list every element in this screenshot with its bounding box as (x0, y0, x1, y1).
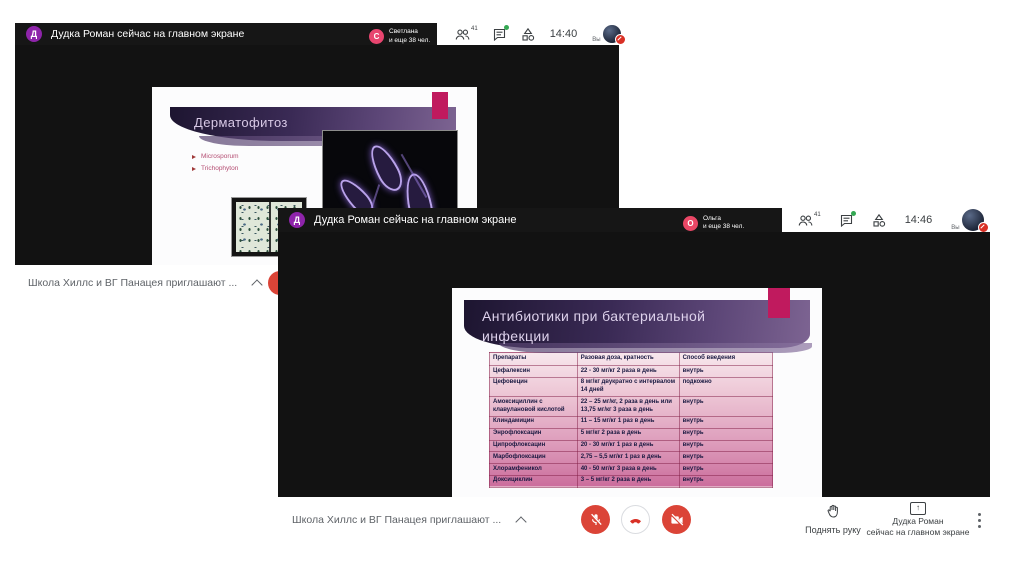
participant-name: Светлана (389, 28, 418, 36)
new-message-dot (503, 24, 509, 30)
self-view[interactable]: Вы (592, 25, 626, 45)
table-row: Марбофлоксацин 2,75 – 5,5 мг/кг 1 раз в д… (489, 451, 774, 465)
table-header-row: Препараты Разовая доза, кратность Способ… (489, 352, 774, 366)
table-row: Доксициклин 3 – 5 мг/кг 2 раза в день внут… (489, 474, 774, 488)
table-row: Ципрофлоксацин 20 - 30 мг/кг 1 раз в день… (489, 439, 774, 453)
meeting-name-text: Школа Хиллс и ВГ Панацея приглашают ... (28, 277, 238, 289)
slide-accent-bar (432, 92, 448, 119)
hand-icon (827, 504, 838, 518)
you-label: Вы (951, 225, 960, 231)
chat-icon[interactable] (840, 210, 856, 227)
participant-name: Ольга (703, 214, 722, 222)
you-label: Вы (592, 37, 601, 43)
presenter-avatar: Д (289, 212, 305, 228)
participant-avatar: О (683, 215, 698, 231)
meet-header: Д Дудка Роман сейчас на главном экране О… (278, 208, 990, 240)
participant-more: и еще 38 чел. (389, 36, 431, 44)
table-row: Энрофлоксацин 5 мг/кг 2 раза в день внутрь (489, 427, 774, 441)
raise-hand-button[interactable]: Поднять руку (796, 504, 870, 535)
participants-count: 41 (814, 211, 821, 218)
bullet-arrow-icon (192, 154, 196, 159)
bullet-item: Microsporum (201, 153, 239, 160)
desktop: Д Дудка Роман сейчас на главном экране С… (0, 0, 1024, 574)
activities-shapes-icon[interactable] (872, 213, 886, 227)
present-line2: сейчас на главном экране (866, 527, 970, 538)
new-message-dot (850, 210, 856, 216)
shared-screen-area: Антибиотики при бактериальной инфекции П… (278, 232, 990, 497)
camera-off-button[interactable] (662, 505, 691, 534)
table-row: Цефовецин 8 мг/кг двукратно с интервалом … (489, 376, 774, 398)
slide-antibiotics: Антибиотики при бактериальной инфекции П… (452, 288, 822, 497)
slide-accent-bar (768, 288, 790, 318)
clock: 14:40 (549, 28, 578, 40)
presenter-status-text: Дудка Роман сейчас на главном экране (314, 214, 517, 226)
people-icon[interactable]: 41 (455, 25, 478, 41)
participant-avatar: С (369, 29, 384, 44)
clock: 14:46 (904, 214, 933, 226)
header-toolbar: 41 14:46 Вы (782, 208, 990, 233)
meet-header: Д Дудка Роман сейчас на главном экране С… (15, 23, 626, 52)
mic-mute-button[interactable] (581, 505, 610, 534)
presenter-avatar: Д (26, 26, 42, 42)
slide-bullet-list: Microsporum Trichophyton (192, 153, 239, 172)
meet-bottom-bar: Школа Хиллс и ВГ Панацея приглашают ... (278, 497, 990, 550)
participants-count: 41 (471, 25, 478, 32)
meeting-name-text: Школа Хиллс и ВГ Панацея приглашают ... (292, 514, 502, 526)
three-dots-menu-icon[interactable] (978, 513, 981, 516)
activities-shapes-icon[interactable] (521, 27, 535, 41)
header-toolbar: 41 14:40 Вы (437, 23, 626, 45)
slide-title: Антибиотики при бактериальной инфекции (482, 308, 706, 345)
meeting-name-banner[interactable]: Школа Хиллс и ВГ Панацея приглашают ... (292, 514, 527, 528)
bullet-item: Trichophyton (201, 165, 239, 172)
table-row: Цефалексин 22 - 30 мг/кг 2 раза в день вну… (489, 365, 774, 378)
meeting-name-banner[interactable]: Школа Хиллс и ВГ Панацея приглашают ... (28, 277, 263, 291)
bullet-arrow-icon (192, 166, 196, 171)
chevron-up-icon (515, 515, 527, 528)
present-line1: Дудка Роман (892, 516, 944, 526)
table-row: Амоксициллин с клавулановой кислотой 22 –… (489, 396, 774, 417)
hang-up-button[interactable] (621, 505, 650, 534)
meet-window-2: Д Дудка Роман сейчас на главном экране О… (278, 208, 990, 550)
slide-title: Дерматофитоз (194, 115, 288, 130)
raise-hand-label: Поднять руку (805, 525, 861, 535)
slide-title-banner: Антибиотики при бактериальной инфекции (464, 300, 812, 353)
people-icon[interactable]: 41 (798, 211, 821, 227)
self-view[interactable]: Вы (951, 209, 989, 233)
chat-icon[interactable] (493, 24, 509, 41)
chevron-up-icon (251, 278, 263, 291)
present-screen-icon: ↑ (910, 502, 926, 515)
table-row: Хлорамфеникол 40 - 50 мг/кг 3 раза в день… (489, 463, 774, 476)
present-status-button[interactable]: ↑ Дудка Роман сейчас на главном экране (862, 502, 974, 539)
antibiotics-table: Препараты Разовая доза, кратность Способ… (489, 352, 774, 488)
presenter-status-text: Дудка Роман сейчас на главном экране (51, 28, 245, 40)
table-row: Клиндамицин 11 – 15 мг/кг 1 раз в день вну… (489, 415, 774, 429)
muted-badge-icon (614, 34, 626, 45)
participant-more: и еще 38 чел. (703, 223, 745, 230)
